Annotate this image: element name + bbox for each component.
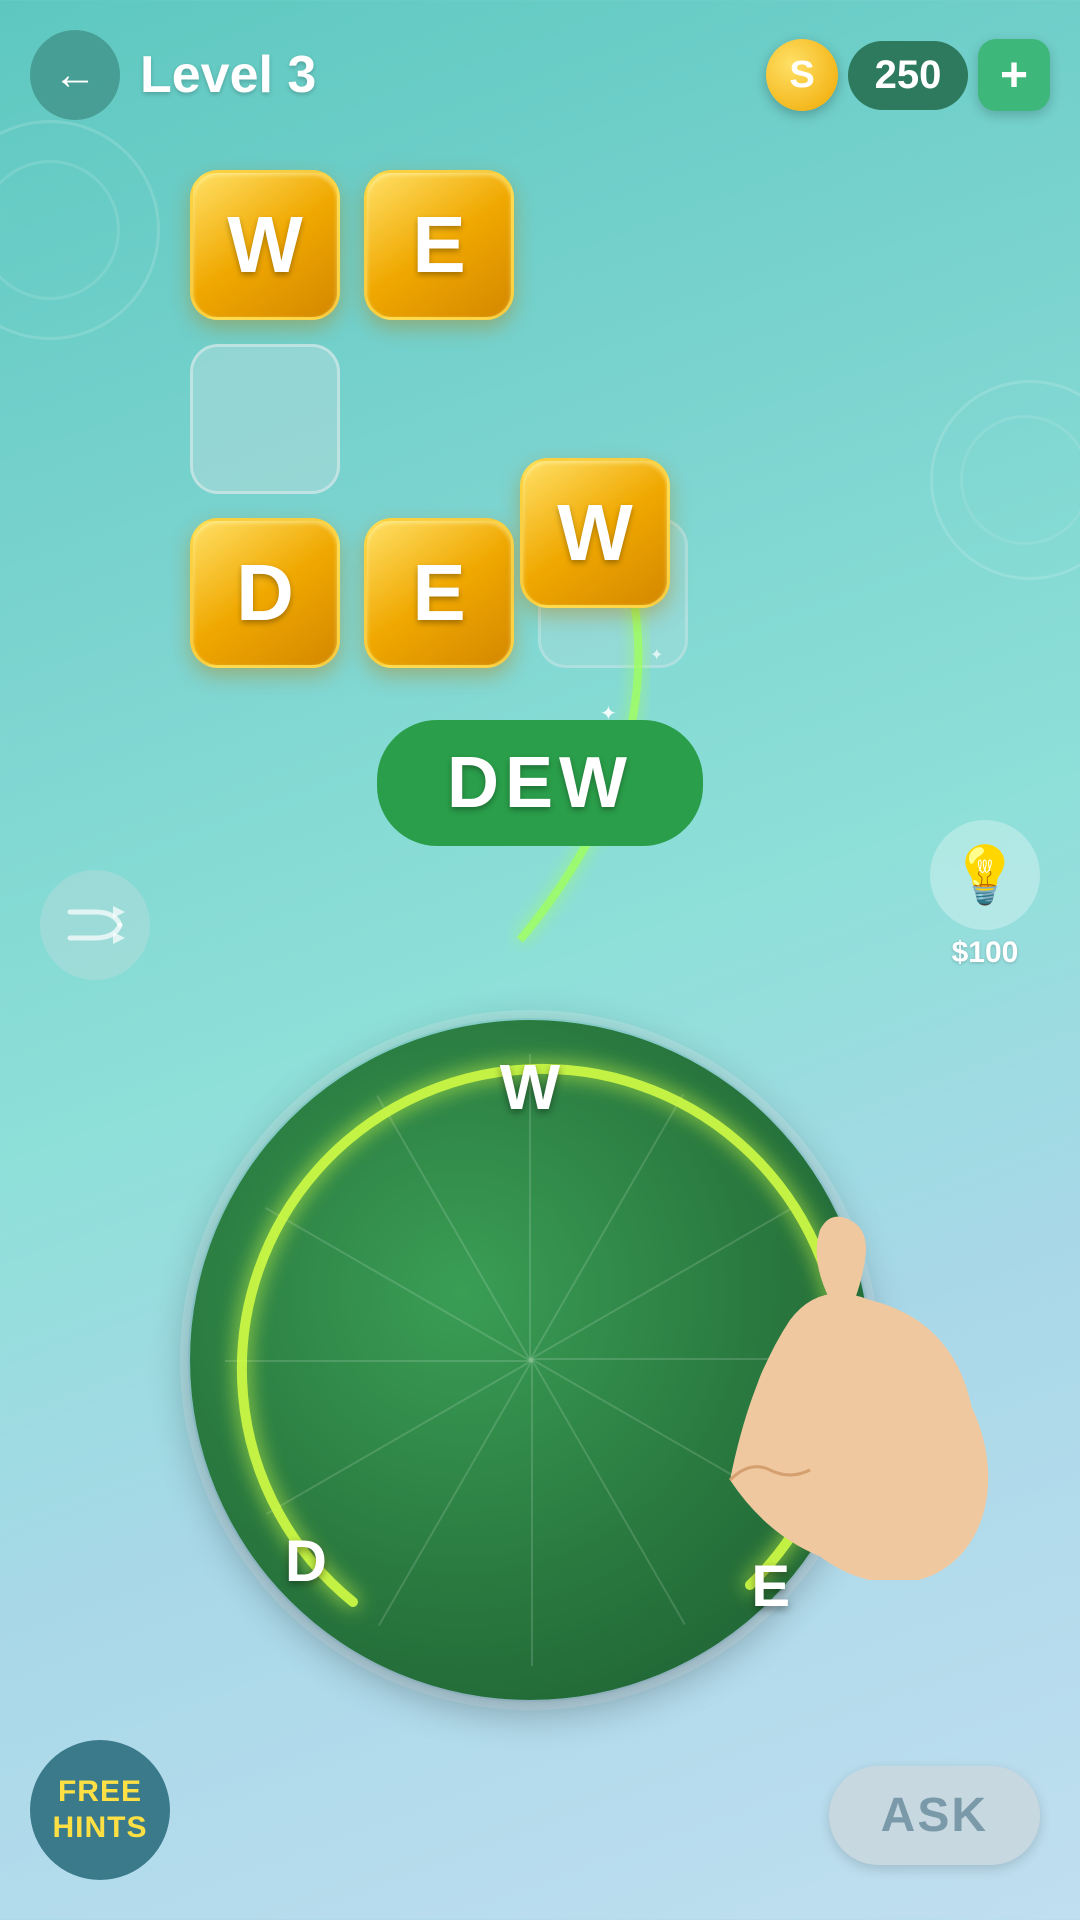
tile-empty-row2 (190, 344, 340, 494)
level-title: Level 3 (140, 45, 316, 105)
hint-price: $100 (952, 936, 1019, 970)
wheel-container[interactable]: W D E (190, 1020, 890, 1720)
word-display: DEW (377, 720, 703, 846)
header: ← Level 3 S 250 + (0, 30, 1080, 120)
tile-D-row3: D (190, 518, 340, 668)
free-hints-label: FREE HINTS (53, 1774, 148, 1846)
coin-count: 250 (848, 41, 968, 110)
current-word: DEW (447, 743, 633, 823)
free-hints-button[interactable]: FREE HINTS (30, 1740, 170, 1880)
add-coins-button[interactable]: + (978, 39, 1050, 111)
hint-icon-circle: 💡 (930, 820, 1040, 930)
tile-E-row3: E (364, 518, 514, 668)
coins-area: S 250 + (766, 39, 1050, 111)
tile-W-row1: W (190, 170, 340, 320)
ask-button[interactable]: ASK (829, 1766, 1040, 1865)
wheel-letter-W[interactable]: W (500, 1050, 560, 1124)
tile-W-flying: W (520, 458, 670, 608)
back-arrow-icon: ← (53, 53, 97, 97)
tile-E-row1: E (364, 170, 514, 320)
coin-icon: S (766, 39, 838, 111)
wheel-letter-D[interactable]: D (285, 1528, 327, 1595)
hint-button[interactable]: 💡 $100 (930, 820, 1040, 970)
letter-wheel[interactable]: W D E (190, 1020, 870, 1700)
back-button[interactable]: ← (30, 30, 120, 120)
tiles-area: W E D E W (190, 170, 688, 668)
header-left: ← Level 3 (30, 30, 316, 120)
shuffle-button[interactable] (40, 870, 150, 980)
wheel-letter-E[interactable]: E (751, 1553, 790, 1620)
lightbulb-icon: 💡 (950, 842, 1020, 908)
deco-circle-right-mid-inner (960, 415, 1080, 545)
shuffle-icon (65, 900, 125, 950)
